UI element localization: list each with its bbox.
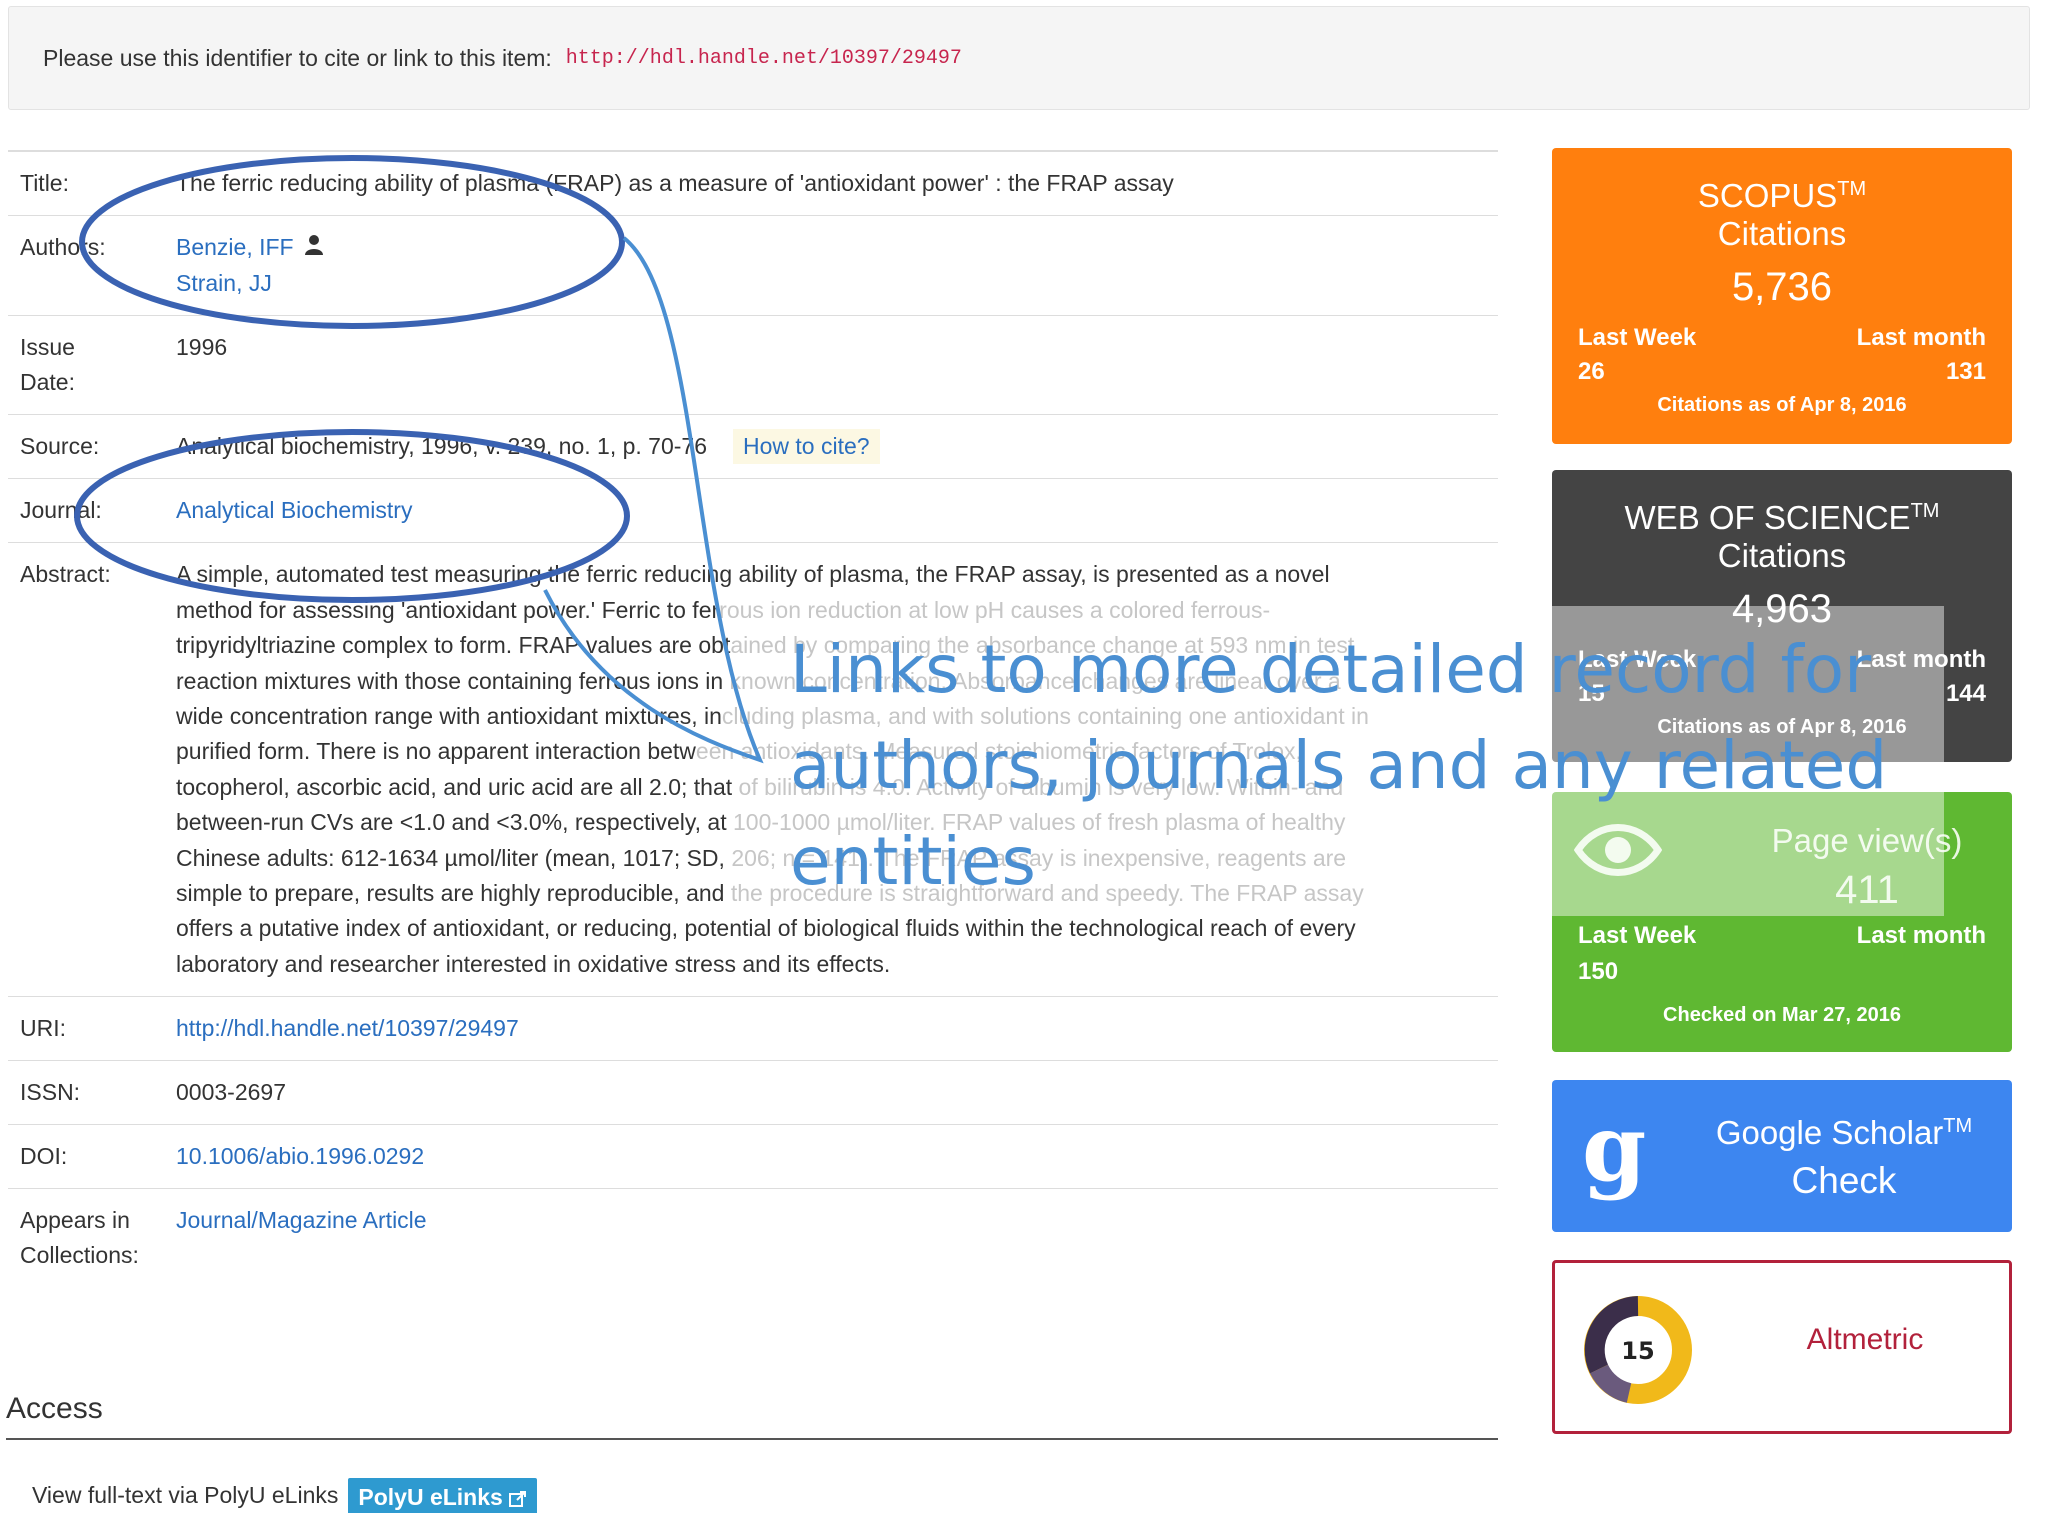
fulltext-row: View full-text via PolyU eLinks PolyU eL… — [32, 1478, 538, 1513]
google-scholar-icon: g — [1578, 1094, 1668, 1207]
google-scholar-title: Google Scholar — [1715, 1114, 1944, 1151]
scopus-title: SCOPUS — [1697, 177, 1838, 214]
abstract-line-text: laboratory and researcher interested in … — [176, 950, 891, 977]
uri-label: URI: — [8, 996, 164, 1061]
google-scholar-check: Check — [1791, 1160, 1897, 1201]
views-last-week-label: Last Week — [1578, 922, 1697, 949]
scopus-last-week: 26 — [1578, 358, 1605, 385]
altmetric-label: Altmetric — [1806, 1323, 1924, 1356]
doi-link[interactable]: 10.1006/abio.1996.0292 — [176, 1143, 424, 1169]
abstract-line-text: tripyridyltriazine complex to form. FRAP… — [176, 632, 731, 659]
wos-subtitle: Citations — [1717, 537, 1847, 574]
scopus-last-week-label: Last Week — [1578, 324, 1697, 351]
abstract-line-text: method for assessing 'antioxidant power.… — [176, 596, 720, 623]
issue-date-label-2: Date: — [20, 369, 75, 396]
journal-link[interactable]: Analytical Biochemistry — [176, 497, 412, 523]
authors-label: Authors: — [8, 214, 164, 316]
views-last-month-label: Last month — [1856, 922, 1986, 949]
abstract-line-text: purified form. There is no apparent inte… — [176, 738, 696, 765]
abstract-line-text: between-run CVs are <1.0 and <3.0%, resp… — [176, 809, 727, 836]
source-label: Source: — [8, 414, 164, 479]
abstract-line-text: Chinese adults: 612-1634 µmol/liter (mea… — [176, 844, 725, 871]
table-row: Journal: Analytical Biochemistry — [8, 478, 1498, 543]
cite-identifier-bar: Please use this identifier to cite or li… — [8, 6, 2030, 110]
doi-label: DOI: — [8, 1124, 164, 1189]
scopus-as-of: Citations as of Apr 8, 2016 — [1657, 394, 1907, 416]
altmetric-score: 15 — [1621, 1337, 1654, 1365]
how-to-cite-button[interactable]: How to cite? — [733, 429, 880, 465]
abstract-line-faded-text: rous ion reduction at low pH causes a co… — [719, 596, 1271, 623]
issue-date: 1996 — [164, 315, 1498, 415]
table-row: Issue Date: 1996 — [8, 315, 1498, 415]
abstract-line-text: tocopherol, ascorbic acid, and uric acid… — [176, 773, 733, 800]
google-scholar-tm: TM — [1943, 1115, 1973, 1137]
abstract-line: offers a putative index of antioxidant, … — [176, 911, 1486, 946]
collection-link[interactable]: Journal/Magazine Article — [176, 1207, 427, 1233]
scopus-last-month: 131 — [1945, 358, 1986, 385]
uri-link[interactable]: http://hdl.handle.net/10397/29497 — [176, 1015, 519, 1041]
issn-label: ISSN: — [8, 1060, 164, 1125]
scopus-last-month-label: Last month — [1856, 324, 1986, 351]
abstract-line-text: reaction mixtures with those containing … — [176, 667, 724, 694]
callout-line: entities — [790, 823, 1036, 900]
cite-label: Please use this identifier to cite or li… — [43, 44, 552, 71]
elinks-label: PolyU eLinks — [358, 1484, 503, 1510]
abstract-line-text: A simple, automated test measuring the f… — [176, 561, 1330, 588]
annotation-callout: Links to more detailed record for author… — [790, 622, 1910, 910]
journal-label: Journal: — [8, 478, 164, 543]
abstract-line: A simple, automated test measuring the f… — [176, 557, 1486, 592]
wos-tm: TM — [1910, 500, 1940, 522]
wos-title: WEB OF SCIENCE — [1624, 499, 1911, 536]
altmetric-donut-icon: 15 — [1579, 1291, 1697, 1414]
google-scholar-card[interactable]: g Google ScholarTM Check — [1552, 1080, 2012, 1232]
abstract-line-text: simple to prepare, results are highly re… — [176, 880, 725, 907]
table-row: Authors: Benzie, IFF Strain, JJ — [8, 214, 1498, 316]
callout-line: Links to more detailed record for — [790, 631, 1872, 708]
access-heading: Access — [6, 1392, 1498, 1440]
table-row: Source: Analytical biochemistry, 1996, v… — [8, 414, 1498, 479]
table-row: DOI: 10.1006/abio.1996.0292 — [8, 1124, 1498, 1189]
external-link-icon — [509, 1490, 527, 1507]
person-icon[interactable] — [304, 231, 324, 266]
title-label: Title: — [8, 150, 164, 216]
table-row: URI: http://hdl.handle.net/10397/29497 — [8, 996, 1498, 1061]
appears-in-label: Appears in — [20, 1207, 130, 1234]
collections-label: Collections: — [20, 1242, 139, 1269]
table-row: Title: The ferric reducing ability of pl… — [8, 150, 1498, 216]
callout-line: authors, journals and any related — [790, 727, 1888, 804]
abstract-label: Abstract: — [8, 542, 164, 997]
scopus-subtitle: Citations — [1717, 215, 1847, 252]
cite-link[interactable]: http://hdl.handle.net/10397/29497 — [566, 47, 962, 70]
views-last-week: 150 — [1578, 958, 1619, 985]
issn-value: 0003-2697 — [164, 1060, 1498, 1125]
abstract-line-text: wide concentration range with antioxidan… — [176, 703, 722, 730]
author-link-benzie[interactable]: Benzie, IFF — [176, 234, 294, 260]
abstract-line-text: offers a putative index of antioxidant, … — [176, 915, 1356, 942]
altmetric-card[interactable]: 15 Altmetric — [1552, 1260, 2012, 1434]
scopus-citations-card[interactable]: SCOPUSTM Citations 5,736 Last Week Last m… — [1552, 148, 2012, 444]
svg-text:g: g — [1582, 1102, 1646, 1202]
source-value: Analytical biochemistry, 1996, v. 239, n… — [176, 433, 707, 460]
item-title: The ferric reducing ability of plasma (F… — [164, 150, 1498, 216]
issue-date-label: Issue — [20, 334, 75, 361]
table-row: Appears in Collections: Journal/Magazine … — [8, 1188, 1498, 1288]
views-as-of: Checked on Mar 27, 2016 — [1663, 1004, 1901, 1026]
author-link-strain[interactable]: Strain, JJ — [176, 270, 272, 296]
table-row: ISSN: 0003-2697 — [8, 1060, 1498, 1125]
abstract-line: laboratory and researcher interested in … — [176, 947, 1486, 982]
scopus-count: 5,736 — [1731, 265, 1833, 309]
polyu-elinks-button[interactable]: PolyU eLinks — [348, 1478, 538, 1513]
scopus-tm: TM — [1837, 178, 1867, 200]
fulltext-label: View full-text via PolyU eLinks — [32, 1482, 339, 1508]
wos-last-month: 144 — [1945, 680, 1986, 707]
